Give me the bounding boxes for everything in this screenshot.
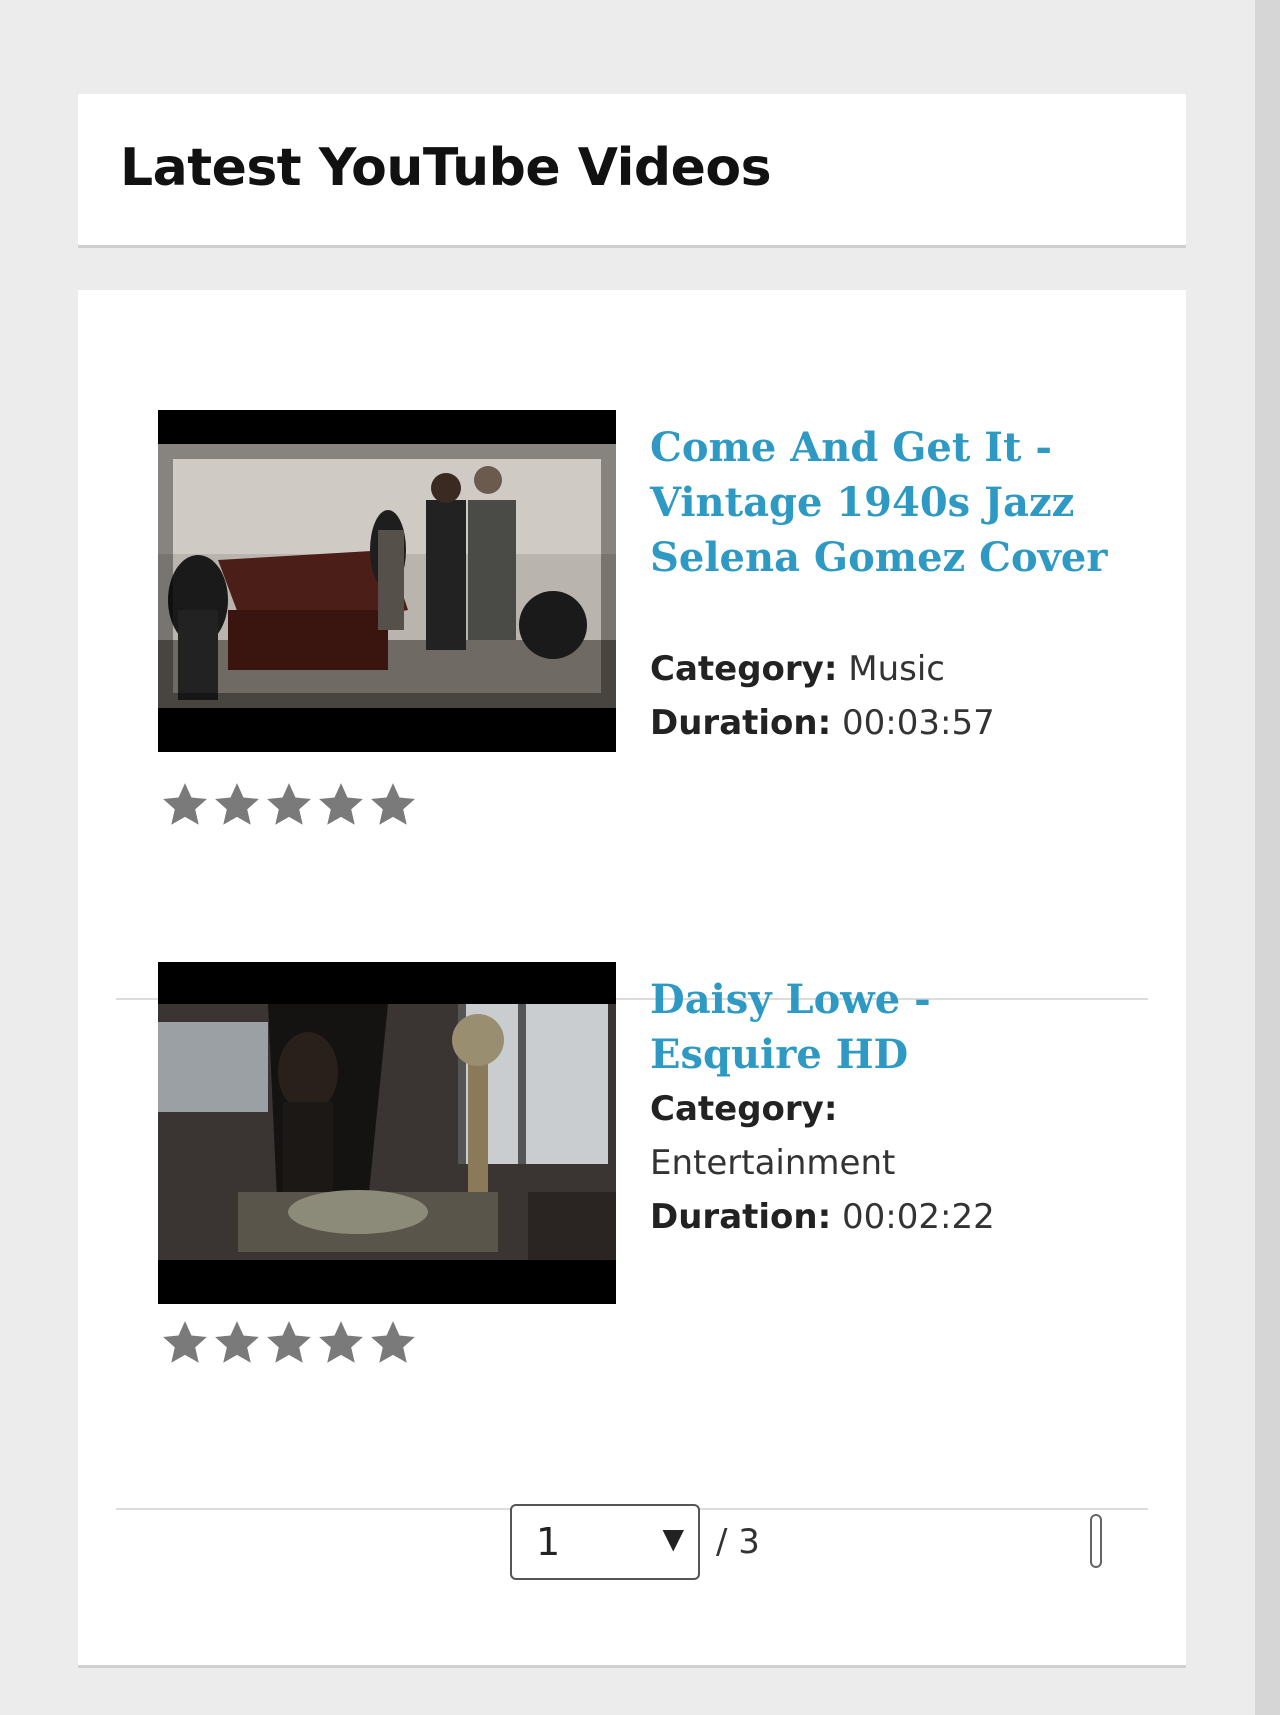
page-edge-strip bbox=[1255, 0, 1280, 1715]
video-title-link[interactable]: Come And Get It - Vintage 1940s Jazz Sel… bbox=[650, 420, 1110, 585]
video-thumbnail[interactable] bbox=[158, 410, 616, 752]
category-value: Music bbox=[848, 649, 945, 689]
widget-title: Latest YouTube Videos bbox=[120, 138, 772, 198]
video-duration: Duration: 00:03:57 bbox=[650, 696, 995, 750]
duration-value: 00:03:57 bbox=[842, 703, 995, 743]
page-select-value: 1 bbox=[536, 1520, 561, 1564]
duration-value: 00:02:22 bbox=[842, 1197, 995, 1237]
video-category-label-row: Category: bbox=[650, 1082, 837, 1136]
video-category-value-row: Entertainment bbox=[650, 1136, 895, 1190]
star-rating[interactable] bbox=[160, 1318, 418, 1368]
star-icon[interactable] bbox=[316, 780, 366, 830]
next-page-handle[interactable] bbox=[1090, 1514, 1102, 1568]
category-value: Entertainment bbox=[650, 1143, 896, 1183]
chevron-down-icon: ▼ bbox=[662, 1522, 684, 1555]
star-icon[interactable] bbox=[264, 1318, 314, 1368]
star-icon[interactable] bbox=[368, 1318, 418, 1368]
video-list: Come And Get It - Vintage 1940s Jazz Sel… bbox=[78, 290, 1186, 1668]
star-icon[interactable] bbox=[368, 780, 418, 830]
widget-header: Latest YouTube Videos bbox=[78, 94, 1186, 248]
star-icon[interactable] bbox=[316, 1318, 366, 1368]
category-label: Category: bbox=[650, 649, 838, 689]
video-duration: Duration: 00:02:22 bbox=[650, 1190, 995, 1244]
star-icon[interactable] bbox=[264, 780, 314, 830]
video-title-link[interactable]: Daisy Lowe - Esquire HD bbox=[650, 972, 1110, 1082]
star-icon[interactable] bbox=[212, 1318, 262, 1368]
video-item: Come And Get It - Vintage 1940s Jazz Sel… bbox=[116, 410, 1148, 1000]
star-rating[interactable] bbox=[160, 780, 418, 830]
page-total: / 3 bbox=[716, 1522, 760, 1562]
video-category: Category: Music bbox=[650, 642, 945, 696]
page-select[interactable]: 1 ▼ bbox=[510, 1504, 700, 1580]
star-icon[interactable] bbox=[160, 1318, 210, 1368]
video-item: Daisy Lowe - Esquire HD Category: Entert… bbox=[116, 962, 1148, 1510]
star-icon[interactable] bbox=[160, 780, 210, 830]
category-label: Category: bbox=[650, 1089, 838, 1129]
video-thumbnail[interactable] bbox=[158, 962, 616, 1304]
pagination: 1 ▼ / 3 bbox=[510, 1504, 760, 1580]
duration-label: Duration: bbox=[650, 1197, 832, 1237]
duration-label: Duration: bbox=[650, 703, 832, 743]
star-icon[interactable] bbox=[212, 780, 262, 830]
